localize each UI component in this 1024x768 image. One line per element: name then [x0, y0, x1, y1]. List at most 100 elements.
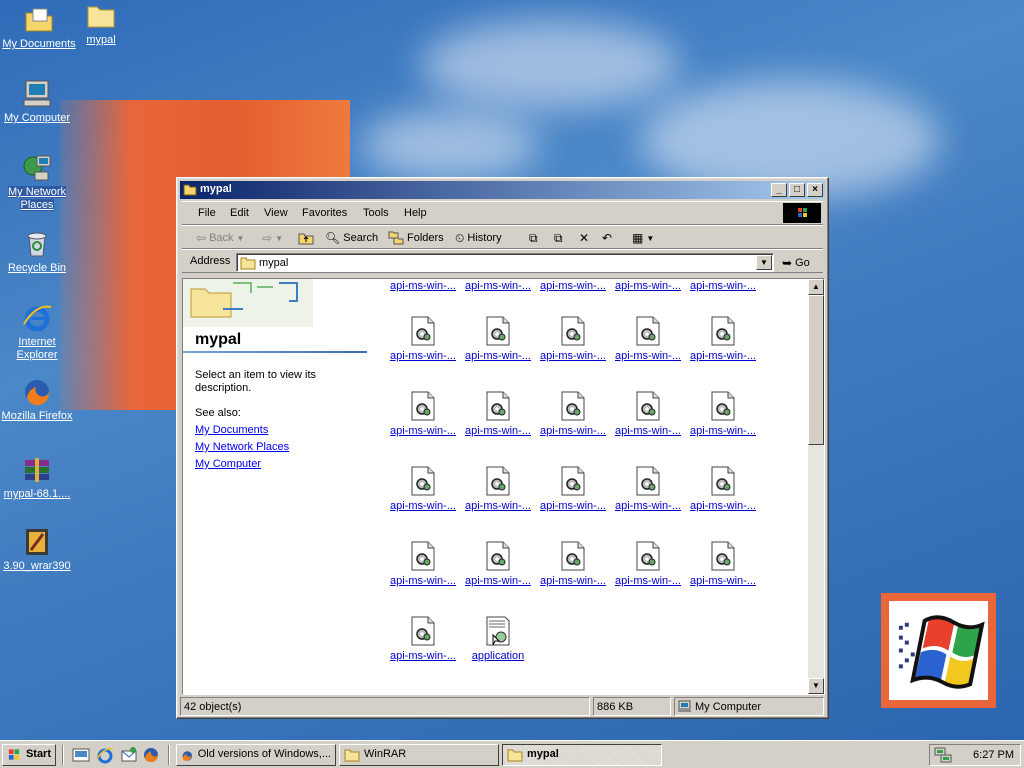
address-input[interactable]: mypal ▼ [236, 253, 774, 272]
delete-button[interactable]: ✕ [579, 230, 589, 246]
undo-button[interactable]: ↶ [602, 230, 612, 246]
views-button[interactable]: ▦ ▼ [632, 230, 654, 246]
winrar-installer-icon [26, 529, 48, 555]
desktop-icon-my-network-places[interactable]: My Network Places [0, 152, 74, 212]
file-item[interactable]: api-ms-win-... [387, 390, 459, 437]
menu-view[interactable]: View [264, 207, 288, 219]
desktop-icon-label: Recycle Bin [7, 262, 67, 274]
taskbar: Start Old versions of Windows,... WinRAR… [0, 740, 1024, 768]
file-item-application[interactable]: application [462, 615, 534, 662]
go-button[interactable]: ➥ Go [782, 255, 810, 271]
file-item[interactable]: api-ms-win-... [687, 465, 759, 512]
up-folder-button[interactable] [298, 230, 314, 246]
quicklaunch-show-desktop[interactable] [72, 747, 92, 765]
menu-tools[interactable]: Tools [363, 207, 389, 219]
explorer-window[interactable]: mypal _ □ × File Edit View Favorites Too… [176, 177, 829, 719]
desktop-icon-mozilla-firefox[interactable]: Mozilla Firefox [0, 376, 74, 423]
file-item[interactable]: api-ms-win-... [687, 390, 759, 437]
file-item[interactable]: api-ms-win-... [612, 315, 684, 362]
file-item[interactable]: api-ms-win-... [462, 465, 534, 512]
desktop-icon-recycle-bin[interactable]: Recycle Bin [0, 228, 74, 275]
file-item[interactable]: api-ms-win-... [387, 279, 459, 292]
file-item[interactable]: api-ms-win-... [537, 540, 609, 587]
file-item[interactable]: api-ms-win-... [612, 279, 684, 292]
scroll-up-button[interactable]: ▲ [808, 279, 824, 295]
task-button-old-versions[interactable]: Old versions of Windows,... [176, 744, 336, 766]
views-grid-icon: ▦ [632, 231, 644, 245]
file-item[interactable]: api-ms-win-... [387, 615, 459, 662]
internet-explorer-icon [23, 305, 52, 332]
close-button[interactable]: × [807, 183, 823, 197]
network-tray-icon[interactable] [934, 747, 952, 763]
quicklaunch-firefox[interactable] [142, 746, 162, 764]
forward-button[interactable]: ⇨ ▼ [262, 230, 283, 246]
internet-explorer-icon [96, 747, 114, 764]
address-value: mypal [259, 257, 289, 269]
file-item[interactable]: api-ms-win-... [537, 279, 609, 292]
file-item[interactable]: api-ms-win-... [687, 540, 759, 587]
back-button[interactable]: ⇦ Back ▼ [196, 230, 244, 246]
scroll-thumb[interactable] [808, 295, 824, 445]
file-item[interactable]: api-ms-win-... [462, 279, 534, 292]
file-item[interactable]: api-ms-win-... [537, 315, 609, 362]
file-item[interactable]: api-ms-win-... [612, 540, 684, 587]
address-dropdown-button[interactable]: ▼ [756, 255, 772, 270]
file-item[interactable]: api-ms-win-... [612, 390, 684, 437]
dll-gear-icon [711, 541, 735, 571]
link-my-network-places[interactable]: My Network Places [195, 441, 289, 453]
history-button[interactable]: ⏲︎ History [455, 230, 502, 246]
dll-gear-icon [636, 541, 660, 571]
link-my-computer[interactable]: My Computer [195, 458, 261, 470]
menu-file[interactable]: File [198, 207, 216, 219]
vertical-scrollbar[interactable]: ▲ ▼ [808, 279, 824, 694]
desktop-icon-wrar390[interactable]: 3.90_wrar390 [0, 526, 74, 573]
task-button-winrar[interactable]: WinRAR [339, 744, 499, 766]
desktop-icon-my-computer[interactable]: My Computer [0, 78, 74, 125]
folder-icon [183, 184, 197, 196]
pane-folder-title: mypal [195, 331, 242, 348]
file-item[interactable]: api-ms-win-... [687, 279, 759, 292]
move-to-button[interactable]: ⧉ [529, 230, 538, 246]
task-button-mypal[interactable]: mypal [502, 744, 662, 766]
pane-divider [183, 351, 367, 353]
menu-favorites[interactable]: Favorites [302, 207, 347, 219]
file-item[interactable]: api-ms-win-... [387, 465, 459, 512]
back-arrow-icon: ⇦ [196, 231, 207, 245]
file-item[interactable]: api-ms-win-... [537, 465, 609, 512]
maximize-button[interactable]: □ [789, 183, 805, 197]
folders-button[interactable]: Folders [388, 230, 444, 246]
file-item[interactable]: api-ms-win-... [387, 315, 459, 362]
clock[interactable]: 6:27 PM [973, 749, 1014, 761]
quicklaunch-outlook-express[interactable] [120, 746, 140, 764]
link-my-documents[interactable]: My Documents [195, 424, 268, 436]
desktop-icon-internet-explorer[interactable]: Internet Explorer [0, 302, 74, 362]
dll-gear-icon [561, 391, 585, 421]
desktop-icon-label: mypal [86, 34, 116, 46]
menu-help[interactable]: Help [404, 207, 427, 219]
copy-to-button[interactable]: ⧉ [554, 230, 563, 246]
minimize-button[interactable]: _ [771, 183, 787, 197]
history-label: History [467, 232, 502, 244]
file-item[interactable]: api-ms-win-... [612, 465, 684, 512]
file-name: api-ms-win-... [539, 280, 606, 292]
folder-up-icon [298, 233, 314, 245]
folder-icon [507, 749, 523, 762]
file-item[interactable]: api-ms-win-... [387, 540, 459, 587]
start-button[interactable]: Start [2, 744, 56, 766]
scroll-down-button[interactable]: ▼ [808, 678, 824, 694]
forward-arrow-icon: ⇨ [262, 231, 273, 245]
desktop-icon-mypal-archive[interactable]: mypal-68.1.... [0, 454, 74, 501]
desktop-icon-mypal-folder[interactable]: mypal [64, 0, 138, 47]
windows-flag-icon [8, 749, 20, 760]
file-item[interactable]: api-ms-win-... [687, 315, 759, 362]
file-item[interactable]: api-ms-win-... [462, 540, 534, 587]
title-bar[interactable]: mypal _ □ × [180, 181, 825, 199]
search-button[interactable]: 🔍︎ Search [325, 230, 378, 246]
windows-flag-icon [898, 615, 985, 689]
file-item[interactable]: api-ms-win-... [462, 390, 534, 437]
quicklaunch-internet-explorer[interactable] [96, 746, 116, 764]
menu-edit[interactable]: Edit [230, 207, 249, 219]
file-item[interactable]: api-ms-win-... [537, 390, 609, 437]
see-also-label: See also: [195, 407, 241, 419]
file-item[interactable]: api-ms-win-... [462, 315, 534, 362]
